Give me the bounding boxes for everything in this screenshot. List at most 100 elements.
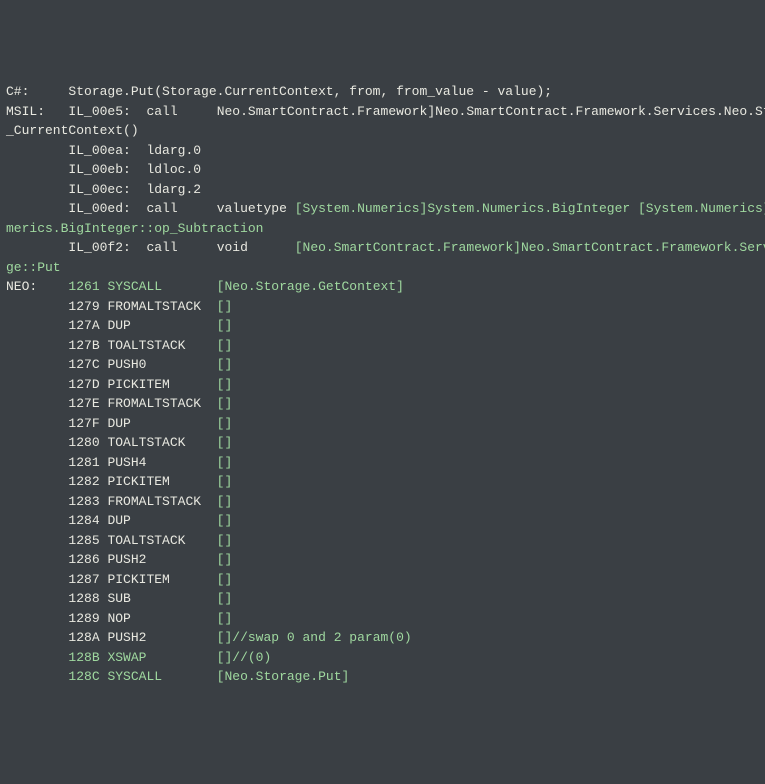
neo-op: XSWAP	[107, 650, 216, 665]
code-viewer: C#: Storage.Put(Storage.CurrentContext, …	[6, 82, 759, 687]
msil-addr: IL_00ea:	[68, 143, 138, 158]
msil-line: IL_00ea: ldarg.0	[6, 141, 759, 161]
neo-op: TOALTSTACK	[107, 435, 216, 450]
neo-addr: 128C	[68, 669, 99, 684]
msil-addr: IL_00f2:	[68, 240, 138, 255]
neo-op: SYSCALL	[107, 279, 216, 294]
neo-args: []	[217, 611, 233, 626]
msil-line: merics.BigInteger::op_Subtraction	[6, 219, 759, 239]
neo-op: FROMALTSTACK	[107, 494, 216, 509]
neo-op: DUP	[107, 513, 216, 528]
neo-row: 127C PUSH0 []	[6, 355, 759, 375]
neo-addr: 1287	[68, 572, 99, 587]
msil-line: IL_00ec: ldarg.2	[6, 180, 759, 200]
neo-row: 1285 TOALTSTACK []	[6, 531, 759, 551]
neo-row: 1281 PUSH4 []	[6, 453, 759, 473]
neo-op: PICKITEM	[107, 377, 216, 392]
neo-row: 127D PICKITEM []	[6, 375, 759, 395]
lang-label: C#:	[6, 84, 61, 99]
neo-op: SYSCALL	[107, 669, 216, 684]
neo-args: []	[217, 494, 233, 509]
neo-row: 127B TOALTSTACK []	[6, 336, 759, 356]
neo-row: 1288 SUB []	[6, 589, 759, 609]
neo-row: 128B XSWAP []//(0)	[6, 648, 759, 668]
msil-sig-wrap: merics.BigInteger::op_Subtraction	[6, 221, 263, 236]
neo-addr: 127F	[68, 416, 99, 431]
neo-row: NEO: 1261 SYSCALL [Neo.Storage.GetContex…	[6, 277, 759, 297]
neo-op: PUSH0	[107, 357, 216, 372]
neo-op: PUSH4	[107, 455, 216, 470]
neo-addr: 127C	[68, 357, 99, 372]
neo-args: [Neo.Storage.GetContext]	[217, 279, 404, 294]
msil-line: MSIL: IL_00e5: call Neo.SmartContract.Fr…	[6, 102, 759, 122]
neo-args: []	[217, 552, 233, 567]
msil-keyword: void	[217, 240, 287, 255]
msil-keyword: valuetype	[217, 201, 287, 216]
neo-row: 128C SYSCALL [Neo.Storage.Put]	[6, 667, 759, 687]
neo-addr: 1286	[68, 552, 99, 567]
neo-args: []//(0)	[217, 650, 272, 665]
lang-label: MSIL:	[6, 104, 61, 119]
neo-row: 1289 NOP []	[6, 609, 759, 629]
neo-op: DUP	[107, 318, 216, 333]
neo-row: 1284 DUP []	[6, 511, 759, 531]
msil-sig: [System.Numerics]System.Numerics.BigInte…	[295, 201, 765, 216]
neo-addr: 1280	[68, 435, 99, 450]
neo-addr: 127B	[68, 338, 99, 353]
msil-addr: IL_00ed:	[68, 201, 138, 216]
neo-args: [Neo.Storage.Put]	[217, 669, 350, 684]
msil-op: call	[146, 240, 208, 255]
neo-row: 1286 PUSH2 []	[6, 550, 759, 570]
neo-args: []	[217, 474, 233, 489]
msil-op: ldloc.0	[146, 162, 208, 177]
neo-row: 1282 PICKITEM []	[6, 472, 759, 492]
msil-addr: IL_00eb:	[68, 162, 138, 177]
neo-op: TOALTSTACK	[107, 533, 216, 548]
neo-addr: 1261	[68, 279, 99, 294]
neo-op: PICKITEM	[107, 474, 216, 489]
neo-op: NOP	[107, 611, 216, 626]
msil-sig: [Neo.SmartContract.Framework]Neo.SmartCo…	[295, 240, 765, 255]
neo-args: []	[217, 533, 233, 548]
msil-line: IL_00f2: call void [Neo.SmartContract.Fr…	[6, 238, 759, 258]
msil-line: _CurrentContext()	[6, 121, 759, 141]
neo-addr: 1285	[68, 533, 99, 548]
neo-op: PUSH2	[107, 630, 216, 645]
neo-addr: 128B	[68, 650, 99, 665]
neo-row: 127A DUP []	[6, 316, 759, 336]
neo-row: 1287 PICKITEM []	[6, 570, 759, 590]
neo-addr: 1288	[68, 591, 99, 606]
neo-op: PUSH2	[107, 552, 216, 567]
neo-addr: 1289	[68, 611, 99, 626]
neo-addr: 1281	[68, 455, 99, 470]
csharp-code: Storage.Put(Storage.CurrentContext, from…	[68, 84, 552, 99]
msil-addr: IL_00ec:	[68, 182, 138, 197]
neo-op: DUP	[107, 416, 216, 431]
neo-args: []	[217, 377, 233, 392]
neo-row: 1280 TOALTSTACK []	[6, 433, 759, 453]
neo-args: []//swap 0 and 2 param(0)	[217, 630, 412, 645]
msil-line: IL_00eb: ldloc.0	[6, 160, 759, 180]
neo-addr: 1283	[68, 494, 99, 509]
neo-addr: 1282	[68, 474, 99, 489]
neo-args: []	[217, 416, 233, 431]
neo-addr: 1279	[68, 299, 99, 314]
msil-line: IL_00ed: call valuetype [System.Numerics…	[6, 199, 759, 219]
msil-sig-wrap: ge::Put	[6, 260, 61, 275]
neo-row: 127E FROMALTSTACK []	[6, 394, 759, 414]
msil-op: ldarg.2	[146, 182, 208, 197]
neo-args: []	[217, 338, 233, 353]
neo-row: 127F DUP []	[6, 414, 759, 434]
neo-args: []	[217, 591, 233, 606]
neo-args: []	[217, 572, 233, 587]
neo-row: 1283 FROMALTSTACK []	[6, 492, 759, 512]
msil-cont: _CurrentContext()	[6, 123, 139, 138]
msil-op: call	[146, 201, 208, 216]
neo-addr: 127D	[68, 377, 99, 392]
neo-row: 128A PUSH2 []//swap 0 and 2 param(0)	[6, 628, 759, 648]
neo-row: 1279 FROMALTSTACK []	[6, 297, 759, 317]
neo-args: []	[217, 455, 233, 470]
msil-op: ldarg.0	[146, 143, 208, 158]
neo-op: TOALTSTACK	[107, 338, 216, 353]
neo-op: FROMALTSTACK	[107, 299, 216, 314]
